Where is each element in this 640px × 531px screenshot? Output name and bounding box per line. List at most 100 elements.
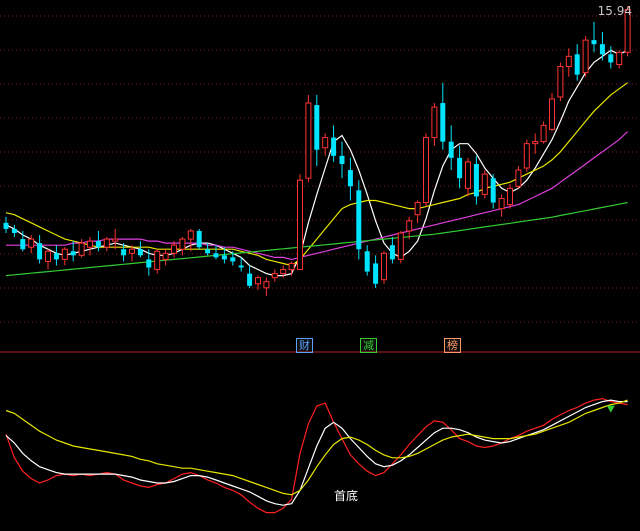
candle-body — [616, 51, 623, 65]
candle — [37, 235, 43, 264]
candle-body — [557, 66, 564, 98]
candle-body — [297, 179, 303, 271]
candle-body — [37, 243, 43, 260]
candle — [549, 92, 555, 132]
candle-body — [205, 249, 211, 254]
candle-body — [565, 55, 572, 68]
candle-body — [582, 39, 589, 74]
candle-body — [20, 239, 26, 250]
candle-body — [78, 242, 85, 256]
candle-body — [498, 197, 505, 210]
candle-body — [397, 232, 404, 260]
candle-body — [490, 178, 496, 203]
candle-body — [364, 251, 370, 272]
candle — [389, 237, 395, 264]
candle-body — [103, 238, 110, 248]
candle-body — [87, 240, 93, 248]
candle-body — [523, 143, 530, 169]
candle — [179, 237, 186, 256]
marker-jian: 减 — [360, 338, 377, 353]
candle-body — [171, 244, 177, 254]
candle-body — [389, 245, 395, 260]
candle-body — [28, 238, 35, 248]
candle — [314, 94, 320, 166]
down-arrow-shape — [606, 405, 615, 413]
candle — [582, 36, 589, 77]
candle-body — [440, 103, 446, 142]
candle-body — [129, 248, 135, 254]
candle — [3, 216, 9, 233]
candle — [565, 48, 572, 77]
candle — [381, 251, 387, 284]
chart-stage: 15.94 财 减 榜 首底 — [0, 0, 640, 527]
candle-body — [414, 202, 421, 216]
candle — [70, 241, 76, 262]
candle-body — [187, 230, 194, 240]
candle — [599, 31, 605, 61]
candle-body — [608, 54, 614, 63]
candle-body — [448, 141, 454, 158]
candle — [431, 103, 438, 146]
candle-body — [591, 40, 597, 45]
candle — [137, 241, 143, 258]
candle-body — [481, 173, 488, 195]
candlesticks — [3, 6, 631, 296]
candle-body — [507, 187, 513, 206]
candle-body — [137, 249, 143, 256]
candle — [196, 228, 202, 250]
candle-body — [154, 250, 161, 271]
candle — [498, 194, 505, 217]
candle — [61, 247, 68, 266]
candle — [373, 255, 379, 288]
candle-body — [53, 253, 59, 260]
candle — [45, 249, 51, 270]
candle — [507, 184, 513, 209]
candle-body — [465, 161, 471, 189]
candle — [448, 125, 454, 171]
candle — [53, 245, 59, 266]
candle-body — [423, 137, 429, 204]
candle — [112, 228, 119, 250]
candle-body — [271, 273, 278, 279]
candle-body — [322, 137, 329, 149]
candle-body — [255, 277, 261, 285]
candle-body — [263, 281, 270, 289]
candle-body — [11, 228, 17, 233]
candle-body — [196, 230, 202, 248]
candle — [103, 237, 110, 252]
candle — [305, 94, 312, 183]
candle-body — [599, 44, 605, 55]
candle — [247, 265, 253, 288]
candle — [397, 230, 404, 264]
candle-body — [280, 269, 287, 275]
candle-body — [213, 253, 219, 258]
candle-body — [373, 263, 379, 284]
candle — [322, 133, 329, 156]
candle — [557, 62, 564, 102]
candle — [187, 228, 194, 252]
last-price-label: 15.94 — [597, 4, 632, 18]
candle-body — [238, 265, 244, 268]
candle-body — [61, 248, 68, 260]
candle-body — [179, 238, 186, 250]
candle-body — [112, 238, 119, 242]
candle-body — [532, 141, 539, 145]
candle-body — [347, 170, 353, 187]
candle-body — [540, 124, 547, 143]
candle-body — [473, 163, 479, 197]
candle — [532, 133, 539, 154]
osc-line-1 — [5, 399, 628, 506]
candle-body — [95, 241, 101, 248]
candle — [213, 245, 219, 260]
candle — [616, 50, 623, 69]
candle — [414, 200, 421, 223]
candle-body — [221, 255, 227, 260]
candle-body — [162, 252, 169, 260]
candle-body — [331, 137, 337, 156]
candle — [331, 125, 337, 162]
candle — [574, 44, 580, 81]
candle — [523, 139, 530, 173]
candle — [78, 239, 85, 258]
candle-body — [314, 105, 320, 150]
candle — [591, 21, 597, 53]
